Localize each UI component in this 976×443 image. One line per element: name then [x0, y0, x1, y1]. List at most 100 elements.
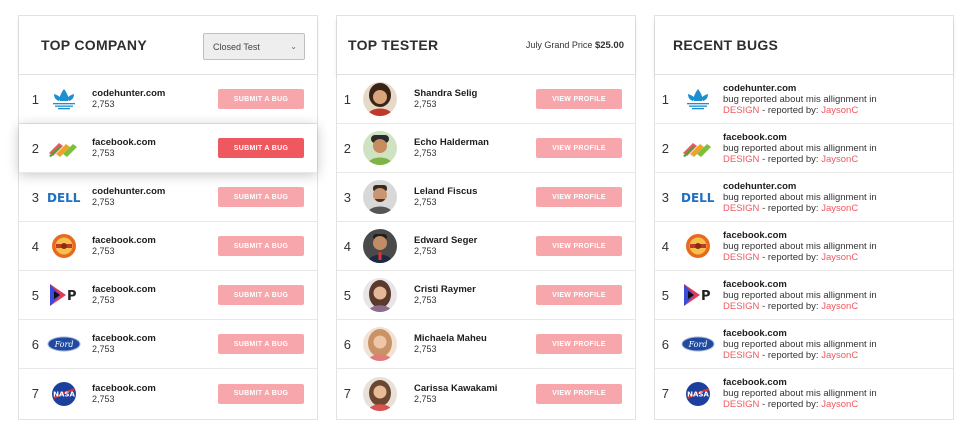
company-count: 2,753 — [92, 344, 115, 354]
bug-description: bug reported about mis allignment in — [723, 191, 877, 203]
tester-count: 2,753 — [414, 344, 437, 354]
tester-rank: 3 — [343, 189, 351, 205]
bug-reported-by: - reported by: — [759, 349, 822, 361]
bug-row[interactable]: 3 DELL codehunter.com bug reported about… — [655, 173, 953, 222]
stripes-logo-icon — [681, 134, 715, 162]
bug-reporter-link[interactable]: JaysonC — [821, 350, 858, 361]
company-row: 5 P facebook.com 2,753 SUBMIT A BUG — [19, 271, 317, 320]
tester-row: 3 Leland Fiscus 2,753 VIEW PROFILE — [337, 173, 635, 222]
avatar[interactable] — [363, 376, 397, 411]
bug-category-link[interactable]: DESIGN — [723, 203, 759, 214]
adidas-logo-icon — [681, 85, 715, 113]
avatar[interactable] — [363, 82, 397, 116]
company-row: 7 NASA facebook.com 2,753 SUBMIT A BUG — [19, 369, 317, 418]
submit-bug-button[interactable]: SUBMIT A BUG — [218, 334, 304, 354]
avatar[interactable] — [363, 278, 397, 312]
test-filter-select[interactable]: Closed Test ⌄ — [203, 33, 305, 60]
company-name: facebook.com — [92, 382, 156, 394]
bug-category-link[interactable]: DESIGN — [723, 252, 759, 263]
bug-rank: 1 — [661, 91, 669, 107]
view-profile-button[interactable]: VIEW PROFILE — [536, 285, 622, 305]
p-logo-icon: P — [681, 281, 715, 309]
tester-row: 7 Carissa Kawakami 2,753 VIEW PROFILE — [337, 369, 635, 418]
tester-name: Michaela Maheu — [414, 333, 487, 344]
company-row: 4 facebook.com 2,753 SUBMIT A BUG — [19, 222, 317, 271]
tester-rank: 5 — [343, 287, 351, 303]
submit-bug-button[interactable]: SUBMIT A BUG — [218, 89, 304, 109]
bug-reporter-link[interactable]: JaysonC — [821, 203, 858, 214]
view-profile-button[interactable]: VIEW PROFILE — [536, 334, 622, 354]
bug-description: bug reported about mis allignment in — [723, 289, 877, 301]
bug-row[interactable]: 1 codehunter.com bug reported about mis … — [655, 75, 953, 124]
grand-prize: July Grand Price $25.00 — [526, 40, 624, 51]
tester-count: 2,753 — [414, 393, 437, 404]
tester-rank: 1 — [343, 91, 351, 107]
bug-reported-by: - reported by: — [759, 104, 822, 116]
view-profile-button[interactable]: VIEW PROFILE — [536, 383, 622, 404]
grand-prize-value: $25.00 — [594, 39, 624, 51]
bug-row[interactable]: 5 P facebook.com bug reported about mis … — [655, 271, 953, 320]
company-row: 3 DELL codehunter.com 2,753 SUBMIT A BUG — [19, 173, 317, 222]
bug-site: facebook.com — [723, 327, 787, 339]
tester-row: 2 Echo Halderman 2,753 VIEW PROFILE — [337, 124, 635, 173]
view-profile-button[interactable]: VIEW PROFILE — [536, 236, 622, 256]
tester-name: Carissa Kawakami — [414, 382, 498, 394]
svg-text:DELL: DELL — [47, 191, 81, 203]
bug-site: facebook.com — [723, 131, 787, 143]
bug-reporter-link[interactable]: JaysonC — [821, 252, 858, 263]
company-count: 2,753 — [92, 99, 115, 109]
bug-reporter-link[interactable]: JaysonC — [821, 154, 858, 165]
bug-reporter-link[interactable]: JaysonC — [821, 105, 858, 116]
avatar[interactable] — [363, 180, 397, 214]
bug-row[interactable]: 6 Ford facebook.com bug reported about m… — [655, 320, 953, 369]
bug-reporter-link[interactable]: JaysonC — [821, 399, 858, 410]
view-profile-button[interactable]: VIEW PROFILE — [536, 89, 622, 109]
bug-reported-by: - reported by: — [759, 399, 822, 410]
submit-bug-button[interactable]: SUBMIT A BUG — [218, 236, 304, 256]
tester-rank: 4 — [343, 238, 351, 254]
top-tester-header: TOP TESTER July Grand Price $25.00 — [337, 16, 635, 75]
avatar[interactable] — [363, 327, 397, 361]
bug-site: codehunter.com — [723, 180, 797, 192]
company-row: 6 Ford facebook.com 2,753 SUBMIT A BUG — [19, 320, 317, 369]
recent-bugs-header: RECENT BUGS — [655, 16, 953, 75]
avatar[interactable] — [363, 131, 397, 165]
bug-category-link[interactable]: DESIGN — [723, 301, 759, 312]
tester-rank: 6 — [343, 336, 351, 352]
bug-site: codehunter.com — [723, 82, 797, 94]
top-tester-title: TOP TESTER — [348, 37, 439, 53]
tester-row: 4 Edward Seger 2,753 VIEW PROFILE — [337, 222, 635, 271]
tester-count: 2,753 — [414, 197, 437, 207]
bug-category-link[interactable]: DESIGN — [723, 154, 759, 165]
recent-bugs-title: RECENT BUGS — [673, 37, 779, 53]
company-name: facebook.com — [92, 333, 156, 344]
bug-category-link[interactable]: DESIGN — [723, 105, 759, 116]
submit-bug-button[interactable]: SUBMIT A BUG — [218, 285, 304, 305]
bug-category-link[interactable]: DESIGN — [723, 399, 759, 410]
submit-bug-button[interactable]: SUBMIT A BUG — [218, 138, 304, 158]
bug-reported-by: - reported by: — [759, 251, 822, 263]
bug-row[interactable]: 7 NASA facebook.com bug reported about m… — [655, 369, 953, 418]
view-profile-button[interactable]: VIEW PROFILE — [536, 187, 622, 207]
company-rank: 5 — [31, 287, 39, 303]
company-name: codehunter.com — [92, 88, 166, 99]
bug-reporter-link[interactable]: JaysonC — [821, 301, 858, 312]
bug-description: bug reported about mis allignment in — [723, 93, 877, 105]
view-profile-button[interactable]: VIEW PROFILE — [536, 138, 622, 158]
bug-row[interactable]: 2 facebook.com bug reported about mis al… — [655, 124, 953, 173]
bug-site: facebook.com — [723, 377, 787, 388]
svg-text:P: P — [701, 289, 711, 304]
ford-logo-icon: Ford — [681, 330, 715, 358]
submit-bug-button[interactable]: SUBMIT A BUG — [218, 383, 304, 404]
bug-description: bug reported about mis allignment in — [723, 142, 877, 154]
dell-logo-icon: DELL — [47, 183, 81, 211]
chevron-down-icon: ⌄ — [290, 42, 297, 51]
submit-bug-button[interactable]: SUBMIT A BUG — [218, 187, 304, 207]
bug-row[interactable]: 4 facebook.com bug reported about mis al… — [655, 222, 953, 271]
top-tester-panel: TOP TESTER July Grand Price $25.00 1 Sha… — [336, 15, 636, 420]
svg-text:DELL: DELL — [681, 191, 715, 203]
bug-reported-by: - reported by: — [759, 202, 822, 214]
tester-row: 6 Michaela Maheu 2,753 VIEW PROFILE — [337, 320, 635, 369]
avatar[interactable] — [363, 229, 397, 263]
bug-category-link[interactable]: DESIGN — [723, 350, 759, 361]
